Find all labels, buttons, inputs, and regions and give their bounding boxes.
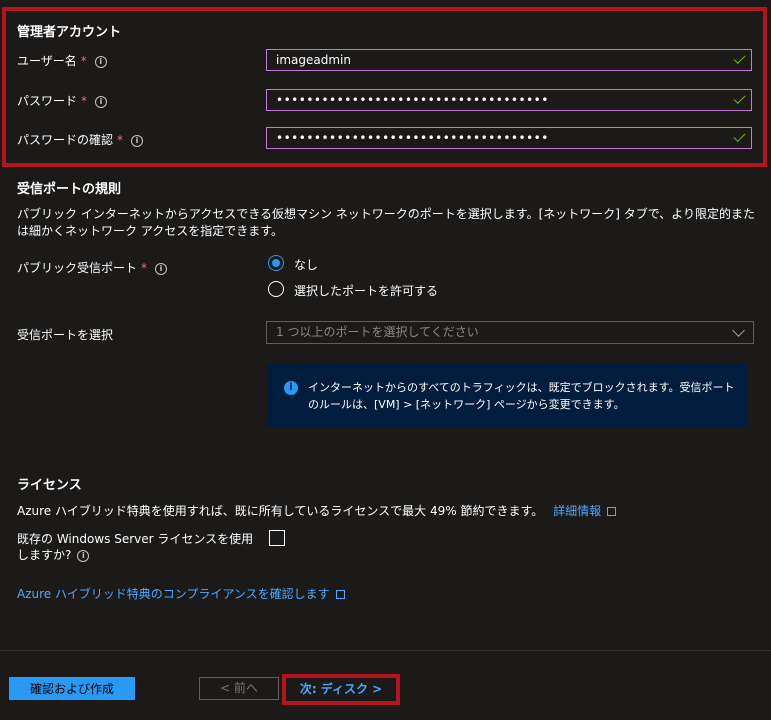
license-section-title: ライセンス xyxy=(17,478,82,493)
required-asterisk: * xyxy=(141,261,148,275)
more-info-link[interactable]: 詳細情報 xyxy=(553,504,601,518)
username-field[interactable] xyxy=(266,49,752,71)
checkmark-icon xyxy=(733,91,746,105)
info-icon[interactable]: i xyxy=(155,262,168,275)
public-ports-label-text: パブリック受信ポート xyxy=(17,261,138,275)
info-circle-icon: i xyxy=(284,381,298,395)
checkmark-icon xyxy=(733,51,746,65)
footer-divider xyxy=(0,650,771,651)
confirm-password-field[interactable] xyxy=(266,127,752,149)
info-icon[interactable]: i xyxy=(95,95,108,108)
public-ports-label: パブリック受信ポート * i xyxy=(17,259,168,276)
password-label-text: パスワード xyxy=(17,94,78,108)
chevron-down-icon xyxy=(732,324,745,337)
info-icon[interactable]: i xyxy=(94,55,107,68)
password-field[interactable] xyxy=(266,89,752,111)
info-message-text: インターネットからのすべてのトラフィックは、既定でブロックされます。受信ポートの… xyxy=(308,381,735,411)
required-asterisk: * xyxy=(117,133,124,147)
confirm-password-label: パスワードの確認 * i xyxy=(17,131,144,148)
required-asterisk: * xyxy=(80,54,87,68)
radio-none-label[interactable]: なし xyxy=(294,256,318,273)
confirm-password-label-text: パスワードの確認 xyxy=(17,133,114,147)
username-label: ユーザー名 * i xyxy=(17,52,107,69)
info-icon[interactable]: i xyxy=(77,549,90,562)
existing-license-checkbox[interactable] xyxy=(269,530,285,546)
existing-license-question: 既存の Windows Server ライセンスを使用しますか? i xyxy=(17,531,257,563)
compliance-link[interactable]: Azure ハイブリッド特典のコンプライアンスを確認します xyxy=(17,585,345,602)
external-link-icon xyxy=(335,590,345,599)
password-input[interactable] xyxy=(276,92,716,108)
password-label: パスワード * i xyxy=(17,92,108,109)
existing-license-question-text: 既存の Windows Server ライセンスを使用しますか? xyxy=(17,532,254,562)
review-create-button[interactable]: 確認および作成 xyxy=(9,677,135,700)
radio-allow-selected-label[interactable]: 選択したポートを許可する xyxy=(294,282,438,299)
checkmark-icon xyxy=(733,129,746,143)
select-ports-label: 受信ポートを選択 xyxy=(17,328,114,342)
username-label-text: ユーザー名 xyxy=(17,54,77,68)
inbound-section-title: 受信ポートの規則 xyxy=(17,182,122,197)
compliance-link-text[interactable]: Azure ハイブリッド特典のコンプライアンスを確認します xyxy=(17,587,330,601)
admin-section-title: 管理者アカウント xyxy=(17,25,122,40)
prev-button[interactable]: < 前へ xyxy=(199,677,279,700)
select-ports-placeholder: 1 つ以上のポートを選択してください xyxy=(276,325,479,339)
required-asterisk: * xyxy=(81,94,88,108)
license-description: Azure ハイブリッド特典を使用すれば、既に所有しているライセンスで最大 49… xyxy=(17,502,757,519)
info-icon[interactable]: i xyxy=(131,134,144,147)
select-ports-dropdown[interactable]: 1 つ以上のポートを選択してください xyxy=(266,321,754,344)
license-description-text: Azure ハイブリッド特典を使用すれば、既に所有しているライセンスで最大 49… xyxy=(17,504,544,518)
username-input[interactable] xyxy=(276,52,716,68)
radio-allow-selected[interactable] xyxy=(268,281,284,297)
radio-none[interactable] xyxy=(268,255,284,271)
external-link-icon xyxy=(607,507,617,516)
next-disk-button[interactable]: 次: ディスク > xyxy=(286,677,396,702)
inbound-description: パブリック インターネットからアクセスできる仮想マシン ネットワークのポートを選… xyxy=(17,207,756,238)
confirm-password-input[interactable] xyxy=(276,130,716,146)
info-message-box: i インターネットからのすべてのトラフィックは、既定でブロックされます。受信ポー… xyxy=(267,364,747,428)
